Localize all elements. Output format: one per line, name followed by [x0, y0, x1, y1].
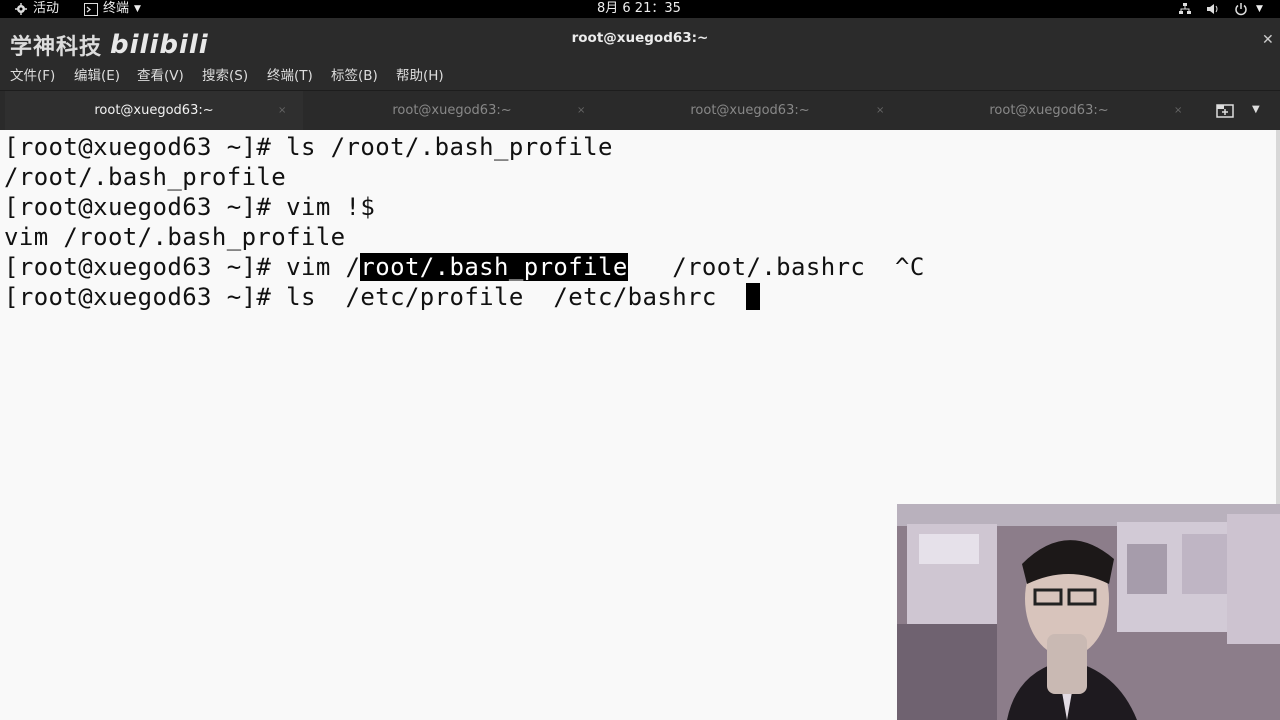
tab-close-icon[interactable]: × — [876, 91, 888, 131]
status-area[interactable]: ▼ — [1178, 0, 1263, 18]
tab-2[interactable]: root@xuegod63:~ — [303, 91, 601, 131]
webcam-overlay — [897, 504, 1280, 720]
terminal-text: [root@xuegod63 ~]# vim / — [4, 253, 361, 281]
power-icon — [1235, 3, 1247, 16]
menu-search[interactable]: 搜索(S) — [202, 62, 248, 90]
chevron-down-icon: ▼ — [1256, 4, 1263, 14]
terminal-line: [root@xuegod63 ~]# ls /etc/profile /etc/… — [4, 282, 761, 312]
chevron-down-icon: ▼ — [134, 4, 141, 14]
clock[interactable]: 8月 6 21：35 — [597, 0, 681, 18]
tab-label: root@xuegod63:~ — [392, 103, 512, 118]
terminal-text: [root@xuegod63 ~]# ls /etc/profile /etc/… — [4, 283, 747, 311]
tab-label: root@xuegod63:~ — [94, 103, 214, 118]
menu-view[interactable]: 查看(V) — [137, 62, 184, 90]
new-tab-icon — [1216, 104, 1234, 118]
tab-close-icon[interactable]: × — [278, 91, 290, 131]
app-menu-label: 终端 — [103, 1, 130, 16]
tab-label: root@xuegod63:~ — [690, 103, 810, 118]
tab-3[interactable]: root@xuegod63:~ — [601, 91, 899, 131]
tab-4[interactable]: root@xuegod63:~ — [900, 91, 1198, 131]
terminal-line: /root/.bash_profile — [4, 163, 287, 191]
menu-bar: 文件(F) 编辑(E) 查看(V) 搜索(S) 终端(T) 标签(B) 帮助(H… — [0, 62, 1280, 90]
terminal-line: vim /root/.bash_profile — [4, 223, 346, 251]
tab-1[interactable]: root@xuegod63:~ — [5, 91, 303, 131]
system-top-bar: 活动 终端 ▼ 8月 6 21：35 ▼ — [0, 0, 1280, 18]
tab-bar: root@xuegod63:~ × root@xuegod63:~ × root… — [0, 90, 1280, 131]
tab-close-icon[interactable]: × — [577, 91, 589, 131]
activities-label: 活动 — [33, 1, 60, 16]
close-icon[interactable]: ✕ — [1262, 32, 1274, 48]
tab-close-icon[interactable]: × — [1174, 91, 1186, 131]
activities-icon — [15, 3, 27, 15]
tabs-menu-chevron-icon[interactable]: ▼ — [1252, 104, 1260, 115]
app-menu[interactable]: 终端 ▼ — [84, 0, 141, 18]
window-title: root@xuegod63:~ — [571, 30, 709, 46]
terminal-text: /root/.bashrc ^C — [627, 253, 925, 281]
terminal-cursor — [746, 283, 761, 310]
new-tab-button[interactable] — [1216, 102, 1234, 122]
terminal-line: [root@xuegod63 ~]# ls /root/.bash_profil… — [4, 133, 613, 161]
menu-tabs[interactable]: 标签(B) — [331, 62, 378, 90]
terminal-line: [root@xuegod63 ~]# vim !$ — [4, 193, 376, 221]
text-selection: root/.bash_profile — [360, 253, 628, 281]
menu-terminal[interactable]: 终端(T) — [267, 62, 313, 90]
menu-file[interactable]: 文件(F) — [10, 62, 55, 90]
menu-help[interactable]: 帮助(H) — [396, 62, 444, 90]
window-title-bar[interactable]: 学神科技 bilibili root@xuegod63:~ ✕ — [0, 18, 1280, 62]
tab-label: root@xuegod63:~ — [989, 103, 1109, 118]
activities-button[interactable]: 活动 — [14, 0, 59, 18]
presenter-video-image — [897, 504, 1280, 720]
menu-edit[interactable]: 编辑(E) — [74, 62, 120, 90]
terminal-app-icon — [84, 2, 98, 16]
terminal-line: [root@xuegod63 ~]# vim /root/.bash_profi… — [4, 252, 925, 282]
network-icon — [1179, 3, 1191, 14]
volume-icon — [1207, 4, 1218, 14]
